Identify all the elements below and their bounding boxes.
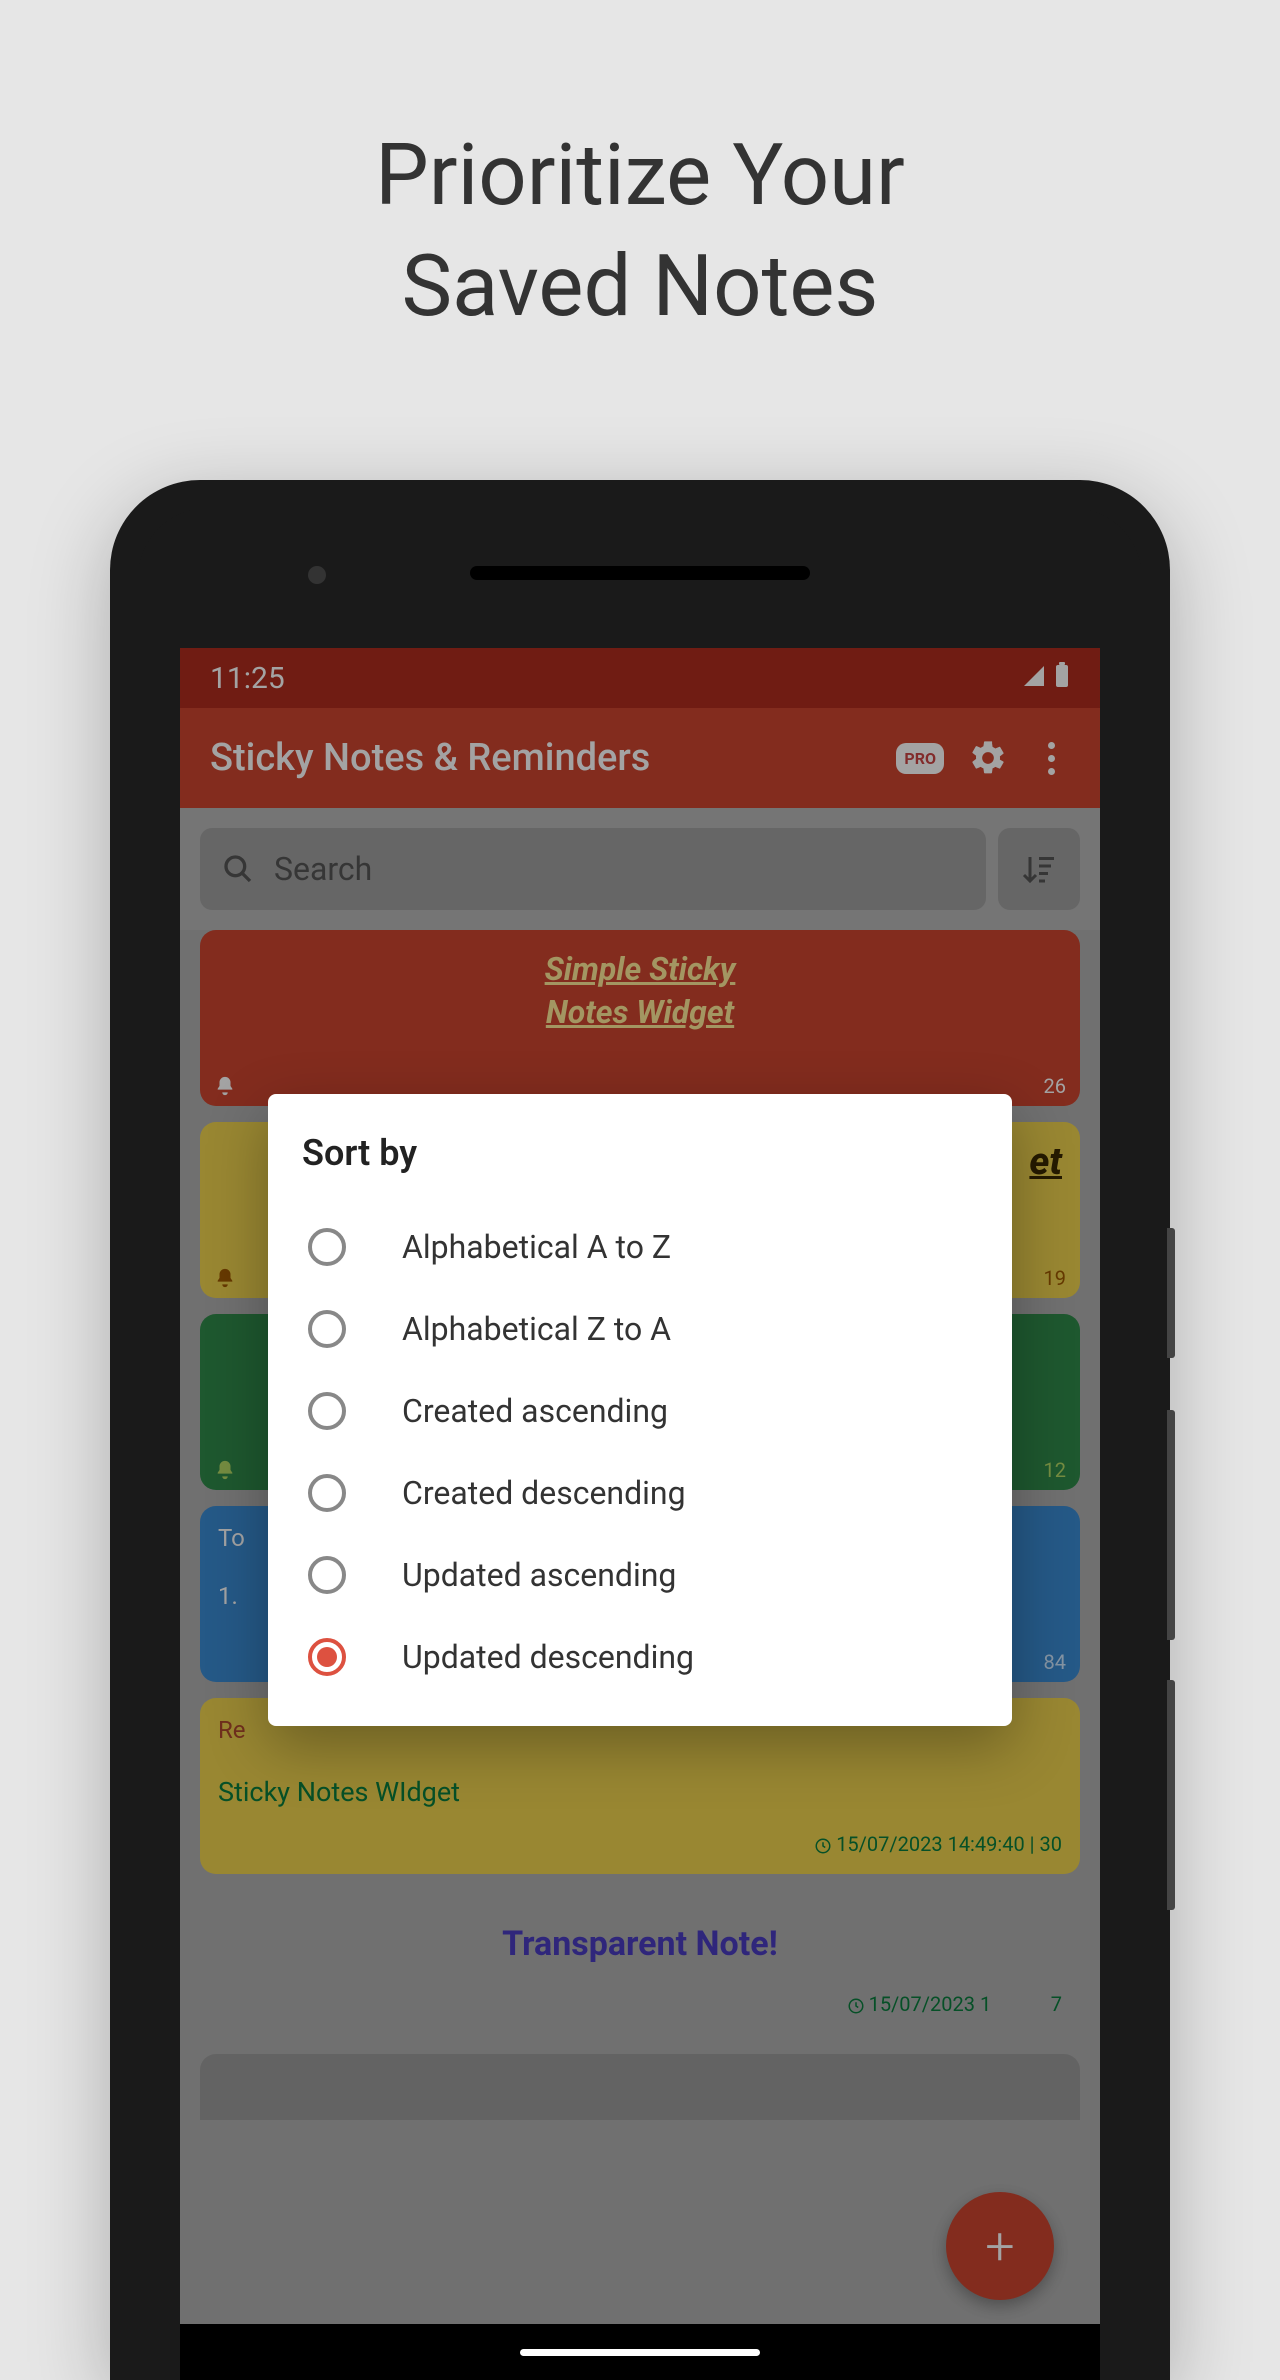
- side-button: [1167, 1410, 1175, 1640]
- phone-speaker: [470, 566, 810, 580]
- app-screen: 11:25 Sticky Notes & Reminders PRO: [180, 648, 1100, 2380]
- radio-button[interactable]: [308, 1392, 346, 1430]
- side-button: [1167, 1228, 1175, 1358]
- sort-option-label: Alphabetical Z to A: [402, 1310, 671, 1348]
- sort-option[interactable]: Alphabetical Z to A: [302, 1288, 978, 1370]
- radio-button[interactable]: [308, 1638, 346, 1676]
- phone-camera: [308, 566, 326, 584]
- android-nav-bar: [180, 2324, 1100, 2380]
- radio-button[interactable]: [308, 1556, 346, 1594]
- sort-option[interactable]: Updated descending: [302, 1616, 978, 1698]
- sort-option-label: Created ascending: [402, 1392, 668, 1430]
- radio-button[interactable]: [308, 1310, 346, 1348]
- sort-option-label: Updated ascending: [402, 1556, 676, 1594]
- radio-button[interactable]: [308, 1228, 346, 1266]
- marketing-headline: Prioritize Your Saved Notes: [0, 0, 1280, 341]
- phone-frame: 11:25 Sticky Notes & Reminders PRO: [110, 480, 1170, 2380]
- dialog-title: Sort by: [302, 1132, 978, 1174]
- side-button: [1167, 1680, 1175, 1910]
- sort-option-label: Updated descending: [402, 1638, 694, 1676]
- sort-option[interactable]: Created descending: [302, 1452, 978, 1534]
- sort-option[interactable]: Updated ascending: [302, 1534, 978, 1616]
- radio-button[interactable]: [308, 1474, 346, 1512]
- sort-option-label: Created descending: [402, 1474, 686, 1512]
- sort-option-label: Alphabetical A to Z: [402, 1228, 671, 1266]
- sort-dialog: Sort by Alphabetical A to Z Alphabetical …: [268, 1094, 1012, 1726]
- nav-pill[interactable]: [520, 2349, 760, 2356]
- sort-option[interactable]: Created ascending: [302, 1370, 978, 1452]
- sort-option[interactable]: Alphabetical A to Z: [302, 1206, 978, 1288]
